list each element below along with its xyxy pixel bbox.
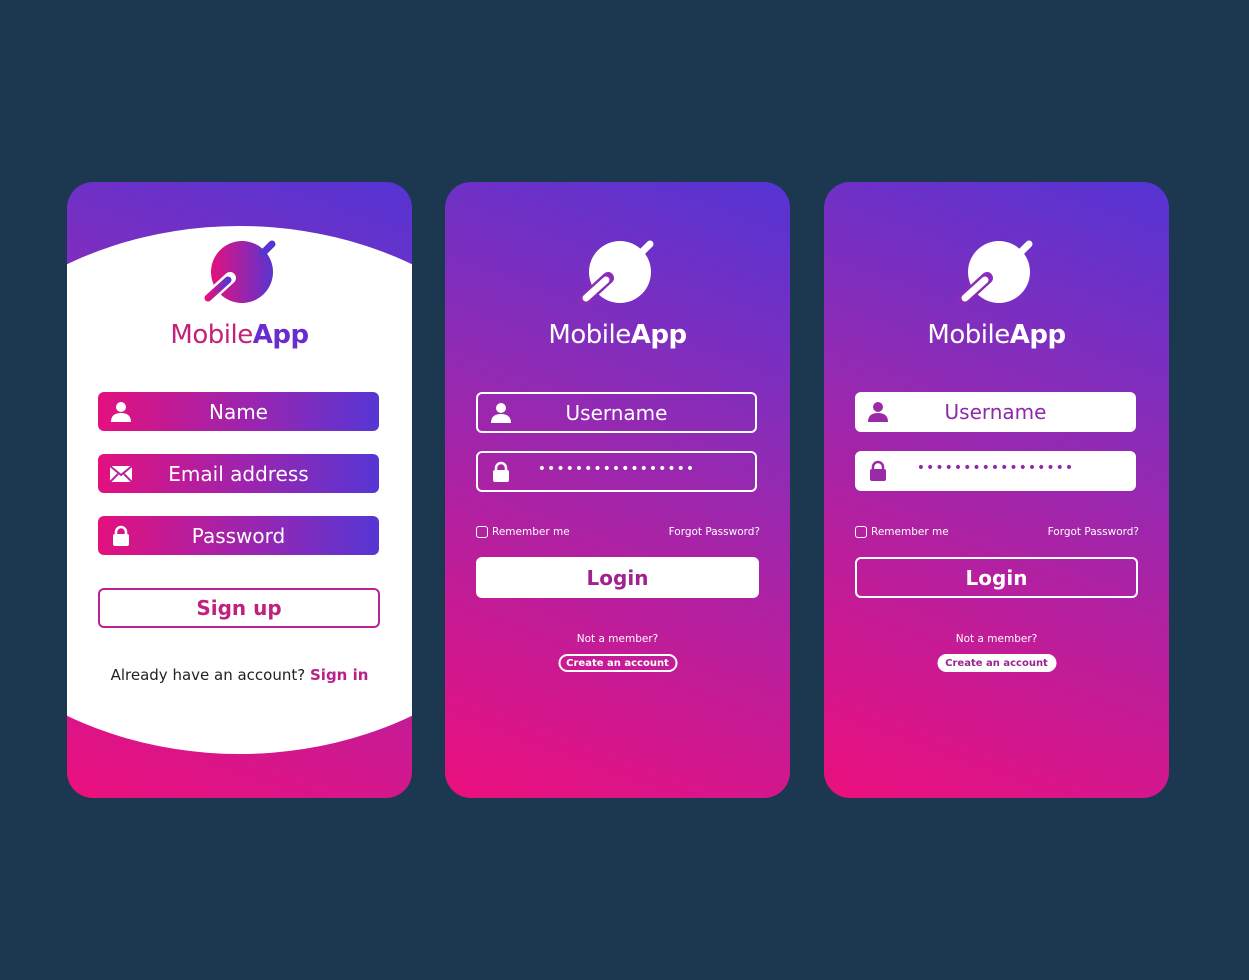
remember-label: Remember me	[492, 526, 570, 538]
user-icon	[110, 401, 132, 423]
login-button[interactable]: Login	[855, 557, 1138, 598]
login-options: Remember me Forgot Password?	[855, 526, 1139, 538]
envelope-icon	[110, 463, 132, 485]
login-button[interactable]: Login	[476, 557, 759, 598]
brand-title-part2: App	[1009, 320, 1066, 350]
email-placeholder: Email address	[168, 461, 309, 486]
password-field[interactable]: •••••••••••••••••	[855, 451, 1136, 491]
email-field[interactable]: Email address	[98, 454, 379, 493]
already-text: Already have an account?	[110, 666, 306, 684]
forgot-password-link[interactable]: Forgot Password?	[1048, 526, 1139, 538]
remember-checkbox[interactable]	[855, 526, 867, 538]
remember-me[interactable]: Remember me	[476, 526, 570, 538]
username-field[interactable]: Username	[855, 392, 1136, 432]
username-field[interactable]: Username	[476, 392, 757, 433]
lock-icon	[110, 525, 132, 547]
brand-title: MobileApp	[67, 320, 412, 350]
user-icon	[867, 401, 889, 423]
password-field[interactable]: •••••••••••••••••	[476, 451, 757, 492]
signin-link[interactable]: Sign in	[310, 666, 368, 684]
planet-logo-icon	[956, 240, 1037, 310]
password-value: •••••••••••••••••	[916, 460, 1075, 476]
brand-title-part2: App	[252, 320, 309, 350]
brand-title: MobileApp	[445, 320, 790, 350]
brand-title-part1: Mobile	[170, 320, 253, 350]
signup-button[interactable]: Sign up	[98, 588, 380, 628]
create-account-button[interactable]: Create an account	[937, 654, 1056, 672]
name-placeholder: Name	[208, 399, 268, 424]
remember-label: Remember me	[871, 526, 949, 538]
user-icon	[490, 402, 512, 424]
login-screen-filled: MobileApp Username ••••••••••••••••• Rem…	[824, 182, 1169, 798]
login-screen-outline: MobileApp Username ••••••••••••••••• Rem…	[445, 182, 790, 798]
login-options: Remember me Forgot Password?	[476, 526, 760, 538]
lock-icon	[867, 460, 889, 482]
lock-icon	[490, 461, 512, 483]
signin-prompt: Already have an account? Sign in	[67, 666, 412, 684]
remember-checkbox[interactable]	[476, 526, 488, 538]
signup-screen: MobileApp Name Email address Password Si…	[67, 182, 412, 798]
username-placeholder: Username	[565, 400, 668, 425]
username-placeholder: Username	[944, 400, 1047, 424]
brand-title: MobileApp	[824, 320, 1169, 350]
brand-title-part1: Mobile	[927, 320, 1010, 350]
remember-me[interactable]: Remember me	[855, 526, 949, 538]
password-value: •••••••••••••••••	[537, 460, 696, 477]
name-field[interactable]: Name	[98, 392, 379, 431]
brand-title-part1: Mobile	[548, 320, 631, 350]
not-member-text: Not a member?	[576, 633, 659, 645]
forgot-password-link[interactable]: Forgot Password?	[669, 526, 760, 538]
planet-logo-icon	[199, 240, 280, 310]
not-member-text: Not a member?	[955, 633, 1038, 645]
password-placeholder: Password	[191, 523, 286, 548]
create-account-button[interactable]: Create an account	[558, 654, 677, 672]
brand-title-part2: App	[630, 320, 687, 350]
password-field[interactable]: Password	[98, 516, 379, 555]
planet-logo-icon	[577, 240, 658, 310]
